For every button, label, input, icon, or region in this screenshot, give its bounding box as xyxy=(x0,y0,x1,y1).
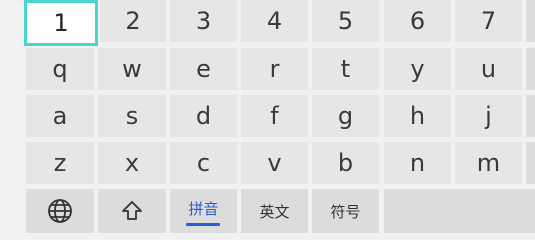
pinyin-mode-label: 拼音 xyxy=(188,199,219,218)
key-q[interactable]: q xyxy=(26,48,94,90)
selected-mode-underline xyxy=(186,223,220,226)
key-f[interactable]: f xyxy=(241,95,308,137)
right-edge-key xyxy=(526,95,535,137)
key-2[interactable]: 2 xyxy=(100,0,166,42)
right-edge-key xyxy=(526,142,535,184)
key-t[interactable]: t xyxy=(312,48,379,90)
key-4[interactable]: 4 xyxy=(241,0,308,42)
shift-button[interactable] xyxy=(98,189,166,233)
symbols-mode-label: 符号 xyxy=(330,202,361,221)
key-a[interactable]: a xyxy=(26,95,94,137)
symbols-mode-button[interactable]: 符号 xyxy=(312,189,379,233)
key-7[interactable]: 7 xyxy=(455,0,522,42)
english-mode-label: 英文 xyxy=(259,202,290,221)
key-b[interactable]: b xyxy=(312,142,379,184)
key-z[interactable]: z xyxy=(26,142,94,184)
pinyin-mode-button[interactable]: 拼音 xyxy=(170,189,237,233)
key-m[interactable]: m xyxy=(455,142,522,184)
globe-icon xyxy=(48,199,72,223)
key-w[interactable]: w xyxy=(98,48,166,90)
key-5[interactable]: 5 xyxy=(312,0,379,42)
language-switch-button[interactable] xyxy=(26,189,94,233)
key-y[interactable]: y xyxy=(384,48,451,90)
key-v[interactable]: v xyxy=(241,142,308,184)
right-edge-key xyxy=(526,0,535,42)
key-6[interactable]: 6 xyxy=(384,0,451,42)
shift-icon xyxy=(122,201,142,220)
key-j[interactable]: j xyxy=(455,95,522,137)
key-n[interactable]: n xyxy=(384,142,451,184)
key-x[interactable]: x xyxy=(98,142,166,184)
english-mode-button[interactable]: 英文 xyxy=(241,189,308,233)
key-1[interactable]: 1 xyxy=(24,0,98,46)
key-c[interactable]: c xyxy=(170,142,237,184)
key-g[interactable]: g xyxy=(312,95,379,137)
right-edge-key xyxy=(526,48,535,90)
key-e[interactable]: e xyxy=(170,48,237,90)
key-d[interactable]: d xyxy=(170,95,237,137)
space-bar[interactable] xyxy=(384,189,535,233)
key-h[interactable]: h xyxy=(384,95,451,137)
key-3[interactable]: 3 xyxy=(170,0,237,42)
on-screen-keyboard: 1 2 3 4 5 6 7 q w e r t y u a s d f g h … xyxy=(0,0,535,233)
key-u[interactable]: u xyxy=(455,48,522,90)
key-s[interactable]: s xyxy=(98,95,166,137)
key-r[interactable]: r xyxy=(241,48,308,90)
